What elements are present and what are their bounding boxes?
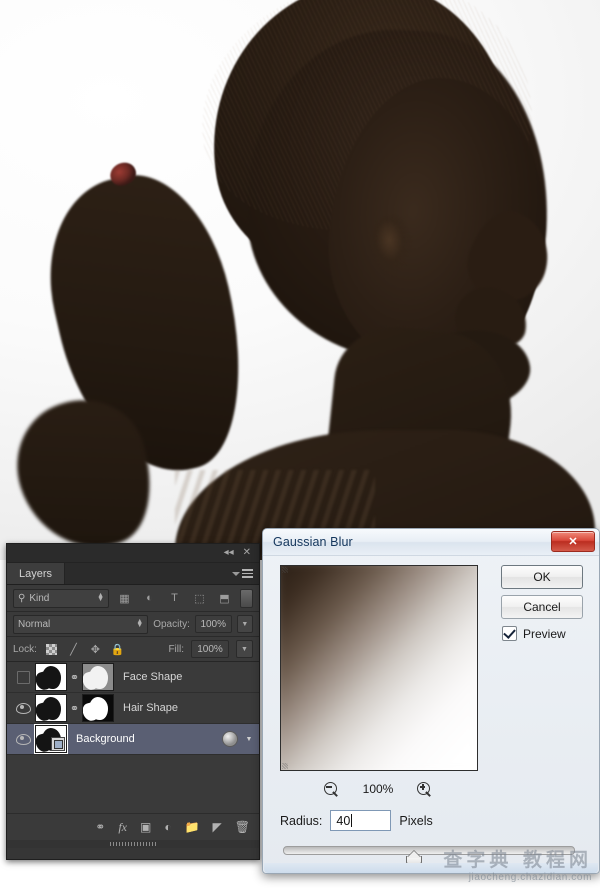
blend-mode-row: Normal ▲ ▼ Opacity: 100% ▼ — [7, 612, 259, 637]
dialog-body: OK Cancel Preview 100% Radius: 40 Pixels — [263, 556, 599, 874]
eye-icon — [15, 702, 31, 714]
layer-thumbnail[interactable] — [35, 663, 67, 691]
layer-thumbnail[interactable] — [35, 694, 67, 722]
opacity-label: Opacity: — [153, 618, 190, 630]
table-row[interactable]: ⚭ Hair Shape — [7, 693, 259, 724]
layer-mask-thumbnail[interactable] — [82, 663, 114, 691]
blend-mode-value: Normal — [18, 618, 51, 630]
eye-off-icon — [16, 670, 30, 684]
preview-corner-handle — [282, 567, 288, 573]
link-layers-icon[interactable]: ⚭ — [67, 702, 82, 715]
layer-visibility-toggle[interactable] — [11, 702, 35, 714]
gaussian-blur-dialog[interactable]: Gaussian Blur ✕ OK Cancel Preview 100% R… — [262, 528, 600, 874]
close-icon[interactable]: ✕ — [243, 548, 251, 558]
chevron-down-icon — [232, 571, 240, 576]
stepper-icon[interactable]: ▲ ▼ — [97, 592, 104, 603]
radius-input[interactable]: 40 — [330, 810, 392, 831]
layer-visibility-toggle[interactable] — [11, 670, 35, 684]
panel-menu-icon — [242, 569, 253, 578]
fill-input[interactable]: 100% — [191, 640, 229, 658]
close-button[interactable]: ✕ — [551, 531, 595, 552]
fill-label: Fill: — [168, 643, 184, 655]
opacity-input[interactable]: 100% — [194, 615, 232, 633]
blur-preview-image — [281, 566, 477, 770]
layer-list: ⚭ Face Shape ⚭ Hair Shape Background ▼ — [7, 662, 259, 813]
zoom-in-icon[interactable] — [417, 781, 432, 797]
tab-row-filler — [65, 563, 232, 584]
stepper-icon[interactable]: ▲ ▼ — [136, 618, 143, 629]
radius-label: Radius: — [280, 813, 323, 828]
tab-layers[interactable]: Layers — [7, 563, 66, 584]
blur-preview[interactable] — [280, 565, 478, 771]
layer-name-label: Face Shape — [123, 671, 183, 683]
link-layers-icon[interactable]: ⚭ — [67, 671, 82, 684]
lock-position-icon[interactable]: ✥ — [88, 642, 103, 657]
filter-kind-select[interactable]: ⚲ Kind ▲ ▼ — [13, 588, 109, 608]
zoom-level-label: 100% — [362, 782, 394, 796]
layer-thumbnail[interactable] — [34, 724, 68, 754]
radius-row: Radius: 40 Pixels — [280, 810, 433, 831]
panel-menu-button[interactable] — [232, 563, 259, 584]
radius-slider-handle[interactable] — [406, 852, 423, 864]
lock-all-icon[interactable]: 🔒 — [110, 642, 125, 657]
photo-canvas[interactable] — [0, 0, 600, 560]
lock-image-pixels-icon[interactable]: ╱ — [66, 642, 81, 657]
layer-name-label: Background — [76, 733, 135, 745]
panel-resize-grip[interactable] — [7, 840, 259, 848]
layer-effects-icon[interactable] — [222, 731, 238, 747]
radius-value: 40 — [336, 813, 351, 828]
new-layer-button[interactable]: ◤ — [213, 820, 222, 834]
layer-visibility-toggle[interactable] — [11, 733, 35, 745]
preview-checkbox-row[interactable]: Preview — [502, 626, 566, 641]
preview-label: Preview — [523, 626, 566, 641]
text-cursor — [351, 814, 353, 827]
layers-panel-toolbar: ⚭ fx ▣ ◐ 📁 ◤ 🗑 — [7, 813, 259, 840]
lock-label: Lock: — [13, 643, 37, 655]
radius-slider-track[interactable] — [283, 846, 575, 855]
dialog-footer — [264, 863, 598, 873]
preview-checkbox[interactable] — [502, 626, 517, 641]
zoom-out-icon[interactable] — [323, 781, 339, 797]
fill-slider-caret-icon[interactable]: ▼ — [236, 640, 253, 658]
cancel-button[interactable]: Cancel — [501, 595, 583, 619]
filter-shape-layers-icon[interactable]: ⬚ — [190, 590, 209, 607]
link-layers-button[interactable]: ⚭ — [95, 820, 105, 834]
blend-mode-select[interactable]: Normal ▲ ▼ — [13, 614, 149, 634]
filter-smart-objects-icon[interactable]: ⬒ — [215, 590, 234, 607]
filter-enable-toggle[interactable] — [240, 588, 253, 608]
tab-layers-label: Layers — [19, 567, 53, 580]
lock-transparent-pixels-icon[interactable] — [44, 642, 59, 657]
double-chevron-left-icon[interactable]: ◂◂ — [224, 548, 234, 558]
filter-adjustment-layers-icon[interactable]: ◐ — [140, 590, 159, 607]
new-group-button[interactable]: 📁 — [185, 820, 200, 834]
smart-object-badge-icon — [51, 737, 65, 751]
layers-panel[interactable]: ◂◂ ✕ Layers ⚲ Kind ▲ ▼ ▦ ◐ T ⬚ ⬒ Normal ▲… — [6, 543, 260, 860]
filter-kind-label: Kind — [29, 592, 50, 604]
lock-row: Lock: ╱ ✥ 🔒 Fill: 100% ▼ — [7, 637, 259, 662]
layer-name-label: Hair Shape — [123, 702, 179, 714]
add-layer-style-button[interactable]: fx — [118, 820, 127, 835]
ok-button[interactable]: OK — [501, 565, 583, 589]
layer-mask-thumbnail[interactable] — [82, 694, 114, 722]
radius-units-label: Pixels — [399, 813, 433, 828]
add-layer-mask-button[interactable]: ▣ — [140, 820, 151, 834]
preview-corner-handle — [282, 763, 288, 769]
zoom-controls: 100% — [280, 778, 476, 800]
table-row[interactable]: Background ▼ — [7, 724, 259, 755]
layer-list-empty-space — [7, 755, 259, 813]
eye-icon — [15, 733, 31, 745]
table-row[interactable]: ⚭ Face Shape — [7, 662, 259, 693]
page-title: Gaussian Blur — [273, 535, 353, 549]
search-icon: ⚲ — [18, 592, 26, 604]
new-fill-adjustment-layer-button[interactable]: ◐ — [164, 820, 171, 834]
chevron-down-icon[interactable]: ▼ — [242, 736, 256, 743]
panel-topbar: ◂◂ ✕ — [7, 544, 259, 563]
opacity-slider-caret-icon[interactable]: ▼ — [236, 615, 254, 633]
filter-type-layers-icon[interactable]: T — [165, 590, 184, 607]
delete-layer-button[interactable]: 🗑 — [235, 820, 250, 834]
filter-pixel-layers-icon[interactable]: ▦ — [115, 590, 134, 607]
dialog-titlebar[interactable]: Gaussian Blur ✕ — [263, 529, 599, 556]
panel-tab-row: Layers — [7, 563, 259, 585]
layer-filter-row: ⚲ Kind ▲ ▼ ▦ ◐ T ⬚ ⬒ — [7, 585, 259, 612]
